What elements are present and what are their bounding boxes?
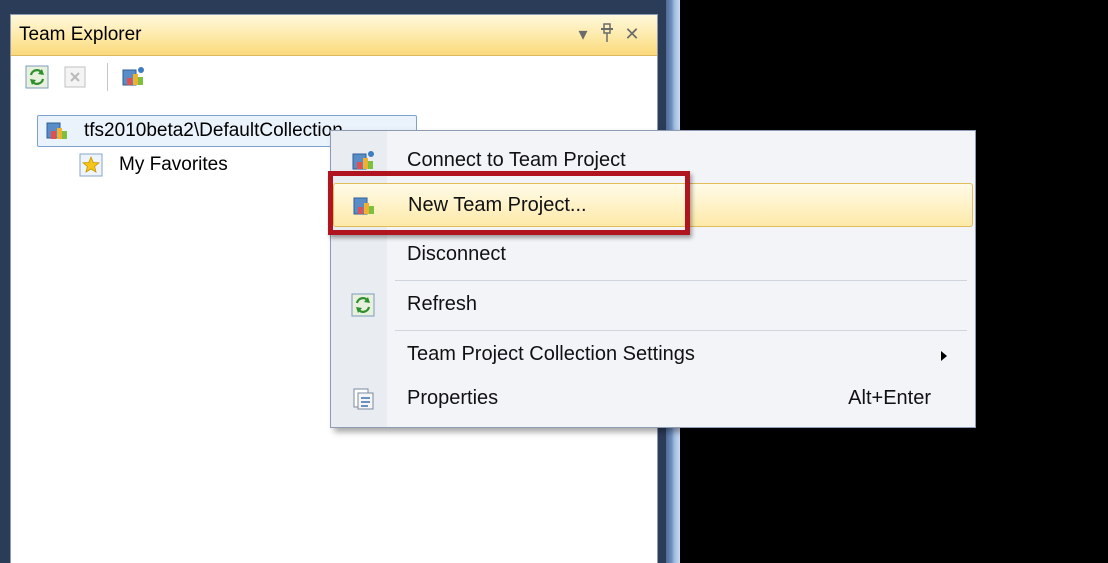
menu-separator [395,330,967,331]
tree-node-label: My Favorites [119,154,228,175]
tree-node-label: tfs2010beta2\DefaultCollection [84,120,343,141]
menu-item-shortcut: Alt+Enter [848,387,931,409]
window-position-dropdown-icon[interactable]: ▾ [573,21,593,47]
refresh-icon [351,293,375,317]
menu-item-disconnect[interactable]: Disconnect [333,233,971,277]
screenshot-stage: Team Explorer ▾ ✕ tfs2010beta2\DefaultCo… [0,0,1108,563]
connect-team-project-icon [351,149,375,173]
menu-item-properties[interactable]: Properties Alt+Enter [333,377,971,421]
menu-item-label: Disconnect [407,243,506,265]
close-icon[interactable]: ✕ [621,21,643,47]
tree-node-my-favorites[interactable]: My Favorites [79,150,228,180]
refresh-icon[interactable] [25,65,49,89]
properties-icon [351,387,375,411]
stop-icon[interactable] [63,65,87,89]
toolbar-separator [107,63,108,91]
team-collection-icon [46,119,70,143]
connect-team-project-icon[interactable] [121,65,145,89]
menu-item-label: Connect to Team Project [407,149,626,171]
team-explorer-title-bar: Team Explorer ▾ ✕ [11,15,657,56]
annotation-highlight-box [328,171,690,235]
menu-item-label: Team Project Collection Settings [407,343,695,365]
menu-item-label: Properties [407,387,499,409]
submenu-arrow-icon [941,351,947,361]
menu-item-team-project-collection-settings[interactable]: Team Project Collection Settings [333,333,971,377]
favorites-star-icon [79,153,103,177]
menu-item-refresh[interactable]: Refresh [333,283,971,327]
menu-item-label: Refresh [407,293,478,315]
window-title: Team Explorer [19,24,142,45]
menu-separator [395,280,967,281]
pin-icon[interactable] [597,21,617,47]
team-explorer-toolbar [11,56,657,98]
